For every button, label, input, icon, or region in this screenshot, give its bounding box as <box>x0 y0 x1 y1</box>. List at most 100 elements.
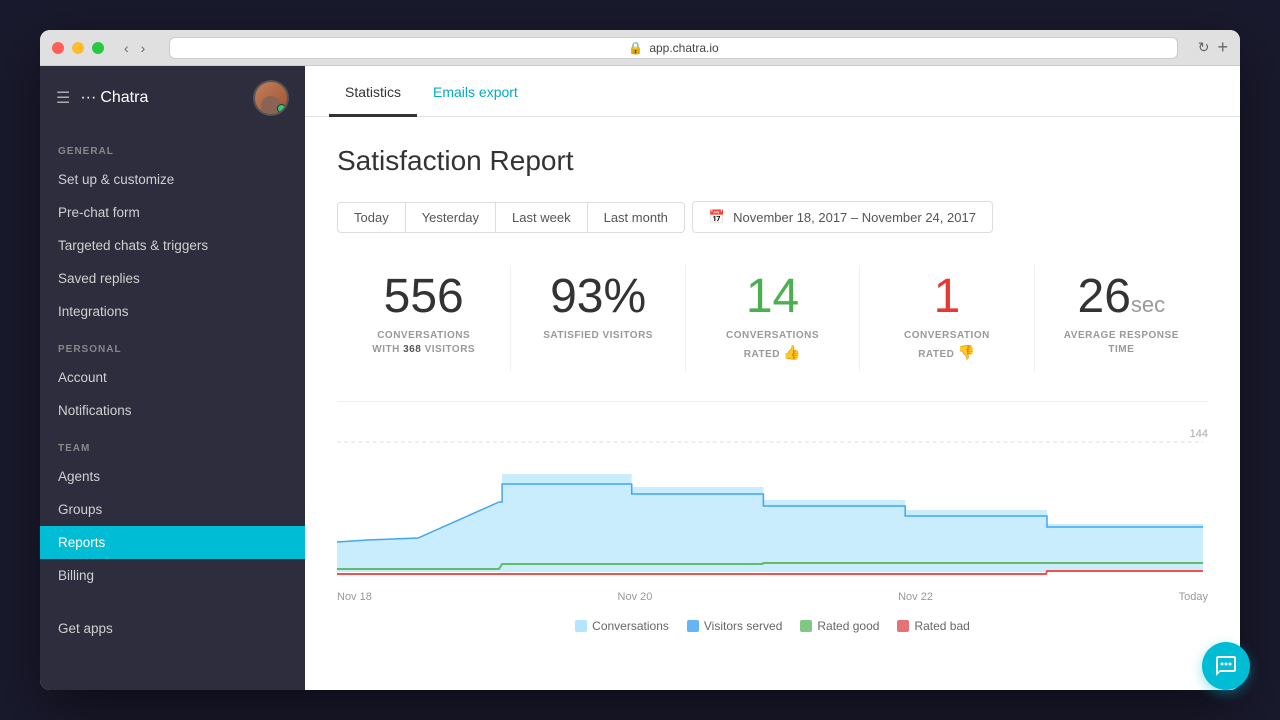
page-content: Satisfaction Report Today Yesterday Last… <box>305 117 1240 690</box>
sidebar-item-getapps[interactable]: Get apps <box>40 612 305 645</box>
sidebar-item-notifications[interactable]: Notifications <box>40 394 305 427</box>
sidebar-item-account[interactable]: Account <box>40 361 305 394</box>
back-button[interactable]: ‹ <box>120 40 133 56</box>
legend-label-rated-good: Rated good <box>817 619 879 633</box>
sidebar-item-account-label: Account <box>58 370 107 385</box>
new-tab-button[interactable]: + <box>1217 37 1228 58</box>
lock-icon: 🔒 <box>628 41 643 55</box>
sidebar-item-billing[interactable]: Billing <box>40 559 305 592</box>
sidebar-item-prechat-label: Pre-chat form <box>58 205 140 220</box>
sidebar-item-billing-label: Billing <box>58 568 94 583</box>
x-label-3: Today <box>1179 591 1208 603</box>
sidebar-item-saved[interactable]: Saved replies <box>40 262 305 295</box>
chat-button[interactable] <box>1202 642 1250 690</box>
sidebar-item-integrations-label: Integrations <box>58 304 129 319</box>
legend-label-conversations: Conversations <box>592 619 669 633</box>
reload-button[interactable]: ↻ <box>1198 39 1210 56</box>
sidebar-item-integrations[interactable]: Integrations <box>40 295 305 328</box>
legend-visitors-served: Visitors served <box>687 619 782 633</box>
page-title: Satisfaction Report <box>337 145 1208 177</box>
maximize-button[interactable] <box>92 42 104 54</box>
stat-rated-good-number: 14 <box>698 273 847 321</box>
sidebar-item-setup[interactable]: Set up & customize <box>40 163 305 196</box>
address-bar[interactable]: 🔒 app.chatra.io <box>169 37 1177 59</box>
date-range-button[interactable]: 📅 November 18, 2017 – November 24, 2017 <box>692 201 993 233</box>
legend-label-visitors: Visitors served <box>704 619 782 633</box>
forward-button[interactable]: › <box>137 40 150 56</box>
x-label-1: Nov 20 <box>618 591 653 603</box>
legend-label-rated-bad: Rated bad <box>914 619 969 633</box>
sidebar-item-notifications-label: Notifications <box>58 403 132 418</box>
sidebar-item-agents[interactable]: Agents <box>40 460 305 493</box>
stat-satisfied-label: SATISFIED VISITORS <box>523 329 672 343</box>
stat-conversations-label: CONVERSATIONSWITH 368 VISITORS <box>349 329 498 357</box>
section-label-personal: PERSONAL <box>40 328 305 361</box>
sidebar-item-reports[interactable]: Reports <box>40 526 305 559</box>
main-content: Statistics Emails export Satisfaction Re… <box>305 66 1240 690</box>
sidebar-item-agents-label: Agents <box>58 469 100 484</box>
sidebar-item-targeted-label: Targeted chats & triggers <box>58 238 208 253</box>
stat-rated-bad-number: 1 <box>872 273 1021 321</box>
stat-rated-good-label: CONVERSATIONSRATED 👍 <box>698 329 847 363</box>
url-text: app.chatra.io <box>649 41 718 55</box>
stat-rated-bad: 1 CONVERSATIONRATED 👎 <box>860 265 1034 371</box>
browser-titlebar: ‹ › 🔒 app.chatra.io ↻ + <box>40 30 1240 66</box>
stats-row: 556 CONVERSATIONSWITH 368 VISITORS 93% S… <box>337 265 1208 402</box>
app-name: ··· Chatra <box>80 89 243 107</box>
legend-conversations: Conversations <box>575 619 669 633</box>
sidebar-item-reports-label: Reports <box>58 535 105 550</box>
sidebar-item-saved-label: Saved replies <box>58 271 140 286</box>
chart-svg <box>337 432 1208 582</box>
app-name-dots: ··· <box>80 89 96 107</box>
stat-response-time: 26sec AVERAGE RESPONSETIME <box>1035 265 1208 371</box>
yesterday-button[interactable]: Yesterday <box>405 202 496 233</box>
date-range-text: November 18, 2017 – November 24, 2017 <box>733 210 976 225</box>
app-name-label: Chatra <box>100 89 148 107</box>
legend-rated-bad: Rated bad <box>897 619 969 633</box>
sidebar-item-groups-label: Groups <box>58 502 102 517</box>
legend-dot-rated-bad <box>897 620 909 632</box>
sidebar-item-groups[interactable]: Groups <box>40 493 305 526</box>
stat-satisfied: 93% SATISFIED VISITORS <box>511 265 685 371</box>
menu-icon[interactable]: ☰ <box>56 88 70 108</box>
minimize-button[interactable] <box>72 42 84 54</box>
browser-window: ‹ › 🔒 app.chatra.io ↻ + ☰ ··· Chatra <box>40 30 1240 690</box>
legend-dot-visitors <box>687 620 699 632</box>
date-filter-bar: Today Yesterday Last week Last month 📅 N… <box>337 201 1208 233</box>
sidebar-item-getapps-label: Get apps <box>58 621 113 636</box>
tab-emails-export[interactable]: Emails export <box>417 66 534 117</box>
legend-rated-good: Rated good <box>800 619 879 633</box>
last-week-button[interactable]: Last week <box>495 202 588 233</box>
stat-rated-good: 14 CONVERSATIONSRATED 👍 <box>686 265 860 371</box>
sidebar-item-prechat[interactable]: Pre-chat form <box>40 196 305 229</box>
stat-satisfied-number: 93% <box>523 273 672 321</box>
online-indicator <box>277 104 286 113</box>
last-month-button[interactable]: Last month <box>587 202 685 233</box>
chart-legend: Conversations Visitors served Rated good <box>337 619 1208 633</box>
legend-dot-conversations <box>575 620 587 632</box>
stat-conversations-number: 556 <box>349 273 498 321</box>
sidebar-header: ☰ ··· Chatra <box>40 66 305 130</box>
chart-y-label: 144 <box>1190 428 1208 440</box>
today-button[interactable]: Today <box>337 202 406 233</box>
stat-response-time-number: 26sec <box>1047 273 1196 321</box>
stat-rated-bad-label: CONVERSATIONRATED 👎 <box>872 329 1021 363</box>
chat-icon <box>1214 654 1238 678</box>
section-label-team: TEAM <box>40 427 305 460</box>
stat-conversations: 556 CONVERSATIONSWITH 368 VISITORS <box>337 265 511 371</box>
x-label-2: Nov 22 <box>898 591 933 603</box>
calendar-icon: 📅 <box>709 209 725 225</box>
close-button[interactable] <box>52 42 64 54</box>
app-body: ☰ ··· Chatra GENERAL Set up & customize … <box>40 66 1240 690</box>
x-label-0: Nov 18 <box>337 591 372 603</box>
avatar[interactable] <box>253 80 289 116</box>
section-label-general: GENERAL <box>40 130 305 163</box>
stat-response-time-label: AVERAGE RESPONSETIME <box>1047 329 1196 357</box>
sidebar-item-targeted[interactable]: Targeted chats & triggers <box>40 229 305 262</box>
sidebar: ☰ ··· Chatra GENERAL Set up & customize … <box>40 66 305 690</box>
sidebar-item-setup-label: Set up & customize <box>58 172 174 187</box>
chart-x-labels: Nov 18 Nov 20 Nov 22 Today <box>337 587 1208 607</box>
chart-container: 144 <box>337 432 1208 592</box>
tab-statistics[interactable]: Statistics <box>329 66 417 117</box>
legend-dot-rated-good <box>800 620 812 632</box>
